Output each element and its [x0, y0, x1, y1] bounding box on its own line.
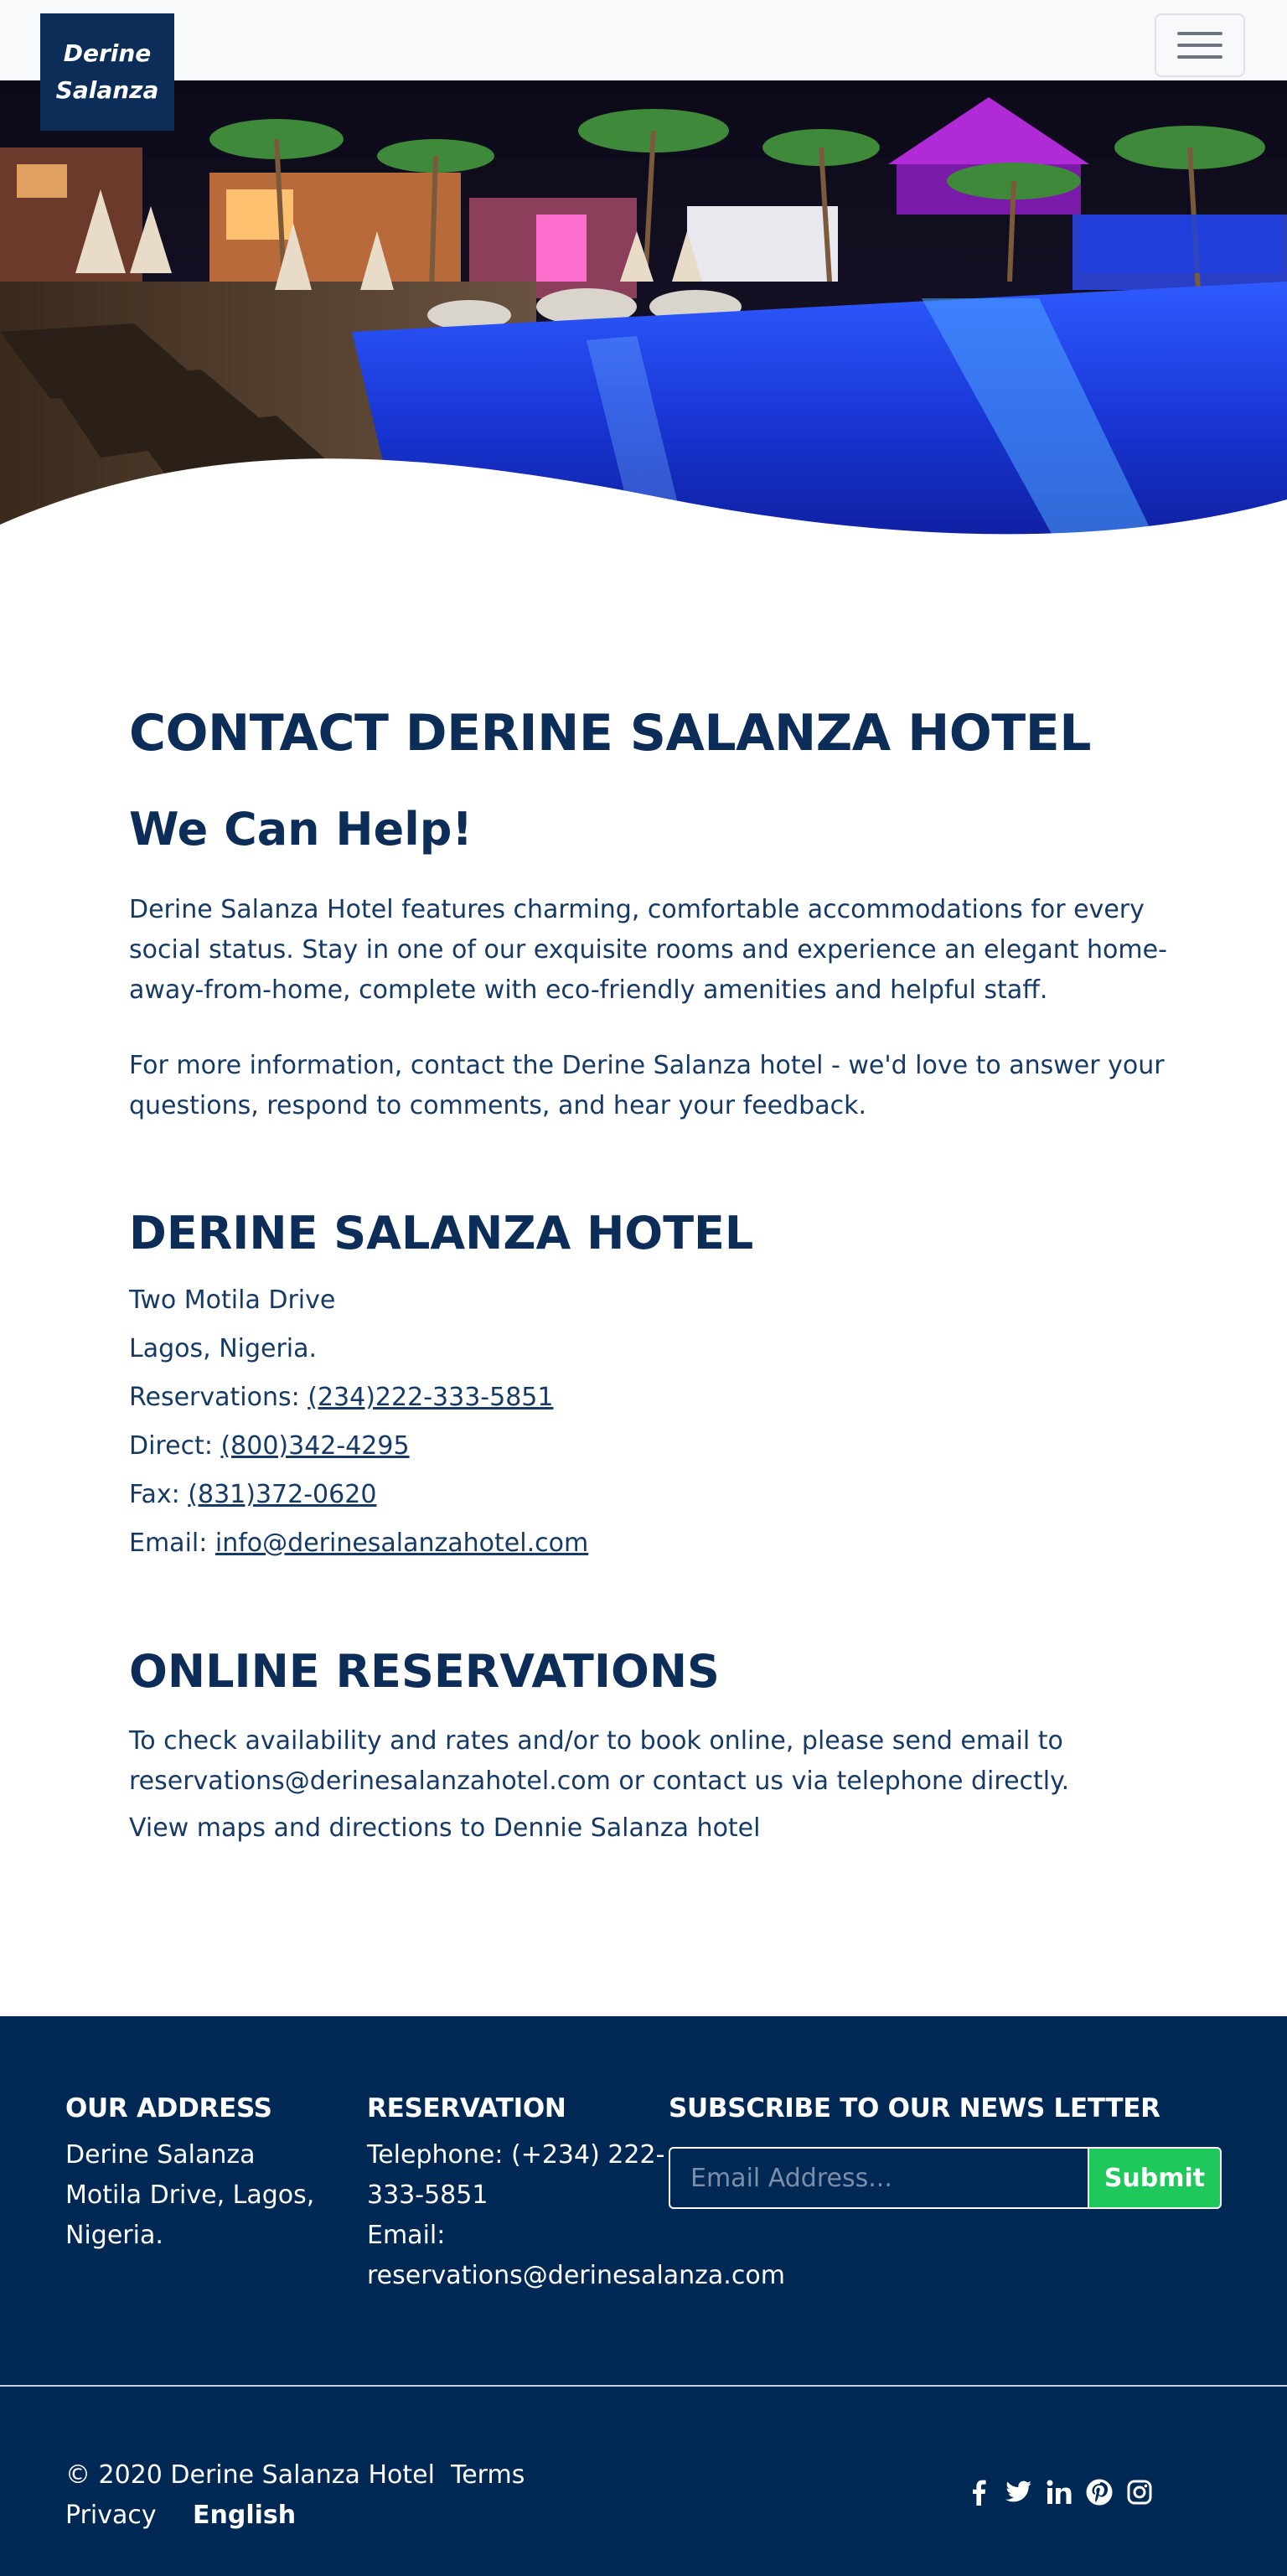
hamburger-icon-bar	[1177, 55, 1222, 59]
brand-line-1: Derine	[63, 39, 152, 67]
privacy-link[interactable]: Privacy	[65, 2496, 157, 2536]
direct-label: Direct:	[129, 1431, 221, 1461]
intro-paragraph: Derine Salanza Hotel features charming, …	[129, 895, 1167, 1005]
newsletter-submit-button[interactable]: Submit	[1088, 2147, 1222, 2209]
newsletter-email-input[interactable]	[669, 2147, 1088, 2209]
address-line-1: Two Motila Drive	[129, 1285, 336, 1315]
facebook-icon[interactable]	[965, 2479, 992, 2506]
footer-newsletter-column: SUBSCRIBE TO OUR NEWS LETTER Submit	[669, 2093, 1255, 2209]
footer-address-text: Derine Salanza Motila Drive, Lagos, Nige…	[65, 2140, 315, 2250]
footer-reservation-heading: RESERVATION	[367, 2093, 566, 2123]
fax-phone-link[interactable]: (831)372-0620	[188, 1480, 376, 1509]
instagram-icon[interactable]	[1126, 2479, 1153, 2506]
online-reservations-heading: ONLINE RESERVATIONS	[129, 1645, 720, 1698]
twitter-icon[interactable]	[1005, 2479, 1032, 2506]
footer-reservation-email-label: Email:	[367, 2221, 446, 2250]
footer-address-column: OUR ADDRESS Derine Salanza Motila Drive,…	[65, 2093, 333, 2256]
reservations-line: Reservations: (234)222-333-5851	[129, 1379, 553, 1416]
copyright-text: © 2020 Derine Salanza Hotel	[65, 2460, 435, 2490]
email-link[interactable]: info@derinesalanzahotel.com	[215, 1529, 588, 1558]
brand-logo[interactable]: Derine Salanza	[40, 13, 174, 131]
hotel-heading: DERINE SALANZA HOTEL	[129, 1207, 754, 1260]
direct-line: Direct: (800)342-4295	[129, 1428, 410, 1465]
language-selector[interactable]: English	[193, 2496, 296, 2536]
email-label: Email:	[129, 1529, 215, 1558]
direct-phone-link[interactable]: (800)342-4295	[220, 1431, 409, 1461]
linkedin-icon[interactable]	[1046, 2479, 1072, 2506]
footer-address-heading: OUR ADDRESS	[65, 2093, 272, 2123]
maps-directions-text: View maps and directions to Dennie Salan…	[129, 1813, 761, 1843]
resort-pool-illustration	[0, 80, 1287, 541]
reservations-phone-link[interactable]: (234)222-333-5851	[308, 1383, 553, 1412]
reservations-label: Reservations:	[129, 1383, 308, 1412]
menu-toggle-button[interactable]	[1155, 13, 1245, 77]
terms-link[interactable]: Terms	[451, 2455, 525, 2496]
email-line: Email: info@derinesalanzahotel.com	[129, 1525, 588, 1562]
hero-image	[0, 80, 1287, 541]
address-line-2: Lagos, Nigeria.	[129, 1334, 318, 1363]
fax-line: Fax: (831)372-0620	[129, 1477, 376, 1513]
navbar	[0, 0, 1287, 80]
online-reservations-text: To check availability and rates and/or t…	[129, 1726, 1070, 1796]
fax-label: Fax:	[129, 1480, 189, 1509]
page-subtitle: We Can Help!	[129, 803, 473, 856]
info-paragraph: For more information, contact the Derine…	[129, 1051, 1165, 1120]
footer-newsletter-heading: SUBSCRIBE TO OUR NEWS LETTER	[669, 2093, 1160, 2123]
hamburger-icon-bar	[1177, 44, 1222, 47]
pinterest-icon[interactable]	[1086, 2479, 1113, 2506]
footer: OUR ADDRESS Derine Salanza Motila Drive,…	[0, 2016, 1287, 2576]
newsletter-form: Submit	[669, 2147, 1222, 2209]
page-title: CONTACT DERINE SALANZA HOTEL	[129, 704, 1091, 763]
footer-reservation-email: reservations@derinesalanza.com	[367, 2261, 785, 2290]
footer-reservation-phone: Telephone: (+234) 222-333-5851	[367, 2140, 665, 2210]
brand-line-2: Salanza	[55, 76, 159, 104]
social-links	[965, 2479, 1153, 2506]
hamburger-icon-bar	[1177, 32, 1222, 35]
footer-reservation-column: RESERVATION Telephone: (+234) 222-333-58…	[367, 2093, 785, 2296]
footer-divider	[0, 2385, 1287, 2387]
